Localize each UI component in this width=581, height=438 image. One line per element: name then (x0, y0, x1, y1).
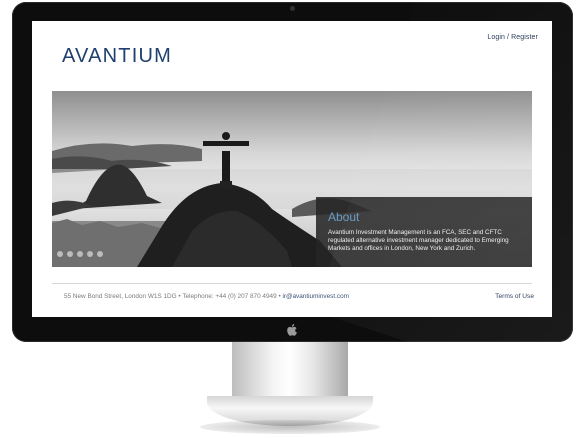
footer-divider (52, 283, 532, 284)
apple-logo-icon (287, 324, 297, 336)
footer-contact: 55 New Bond Street, London W1S 1DG • Tel… (64, 293, 349, 300)
slider-dot-2[interactable] (67, 251, 73, 257)
footer-email-link[interactable]: ir@avantiuminvest.com (282, 293, 349, 300)
slider-dot-1[interactable] (57, 251, 63, 257)
slider-dot-4[interactable] (87, 251, 93, 257)
stand-shadow (200, 420, 380, 434)
monitor-bezel: Login / Register AVANTIUM About Avantium… (12, 2, 573, 342)
about-text: Avantium Investment Management is an FCA… (328, 229, 509, 252)
site-logo[interactable]: AVANTIUM (62, 45, 172, 68)
about-title: About (328, 210, 360, 224)
browser-screen: Login / Register AVANTIUM About Avantium… (32, 21, 552, 317)
hero-banner: About Avantium Investment Management is … (52, 91, 532, 267)
slider-dot-3[interactable] (77, 251, 83, 257)
camera (290, 6, 295, 11)
login-register-link[interactable]: Login / Register (487, 34, 538, 41)
about-panel: About Avantium Investment Management is … (316, 197, 532, 267)
slider-dots (57, 251, 103, 257)
footer-telephone: Telephone: +44 (0) 207 870 4949 (182, 293, 277, 300)
slider-dot-5[interactable] (97, 251, 103, 257)
terms-of-use-link[interactable]: Terms of Use (495, 293, 534, 300)
footer-address: 55 New Bond Street, London W1S 1DG (64, 293, 177, 300)
monitor-stand-neck (232, 342, 348, 402)
